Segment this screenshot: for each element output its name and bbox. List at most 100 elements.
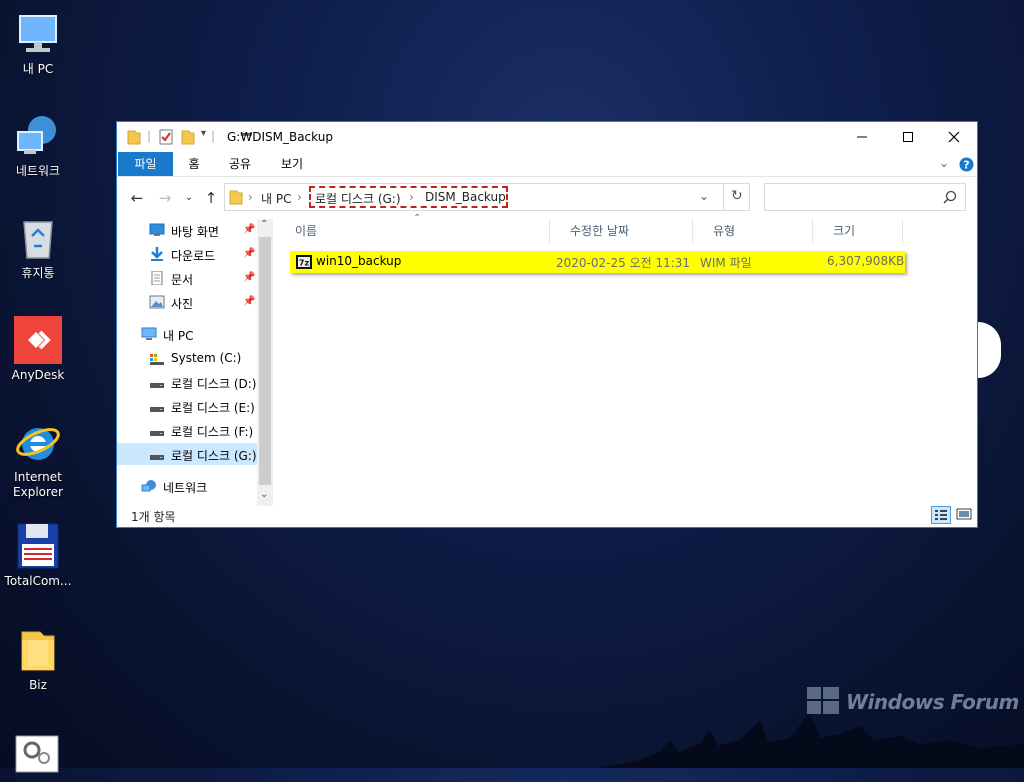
folder-icon [21, 631, 55, 671]
tab-view[interactable]: 보기 [277, 152, 307, 176]
desktop-icon [149, 223, 165, 236]
document-icon [151, 271, 163, 285]
desktop-icon-internet-explorer[interactable]: Internet Explorer [4, 418, 72, 500]
svg-text:7z: 7z [299, 259, 310, 268]
breadcrumb-dism-backup[interactable]: DISM_Backup [425, 190, 506, 204]
desktop-icon-label: Biz [29, 678, 47, 692]
desktop-icon-recycle-bin[interactable]: 휴지통 [4, 214, 72, 281]
file-explorer-window[interactable]: | ▾ | G:₩DISM_Backup 파일 홈 공유 보기 ⌄ ? ← → … [116, 121, 978, 528]
nav-item-drive-g[interactable]: 로컬 디스크 (G:) [117, 443, 257, 465]
close-icon [948, 131, 960, 143]
forward-button[interactable]: → [157, 190, 173, 206]
up-button[interactable]: ↑ [203, 190, 219, 206]
desktop-icon-biz[interactable]: Biz [4, 626, 72, 693]
help-icon[interactable]: ? [959, 157, 974, 172]
column-header-name[interactable]: 이름 [275, 219, 550, 244]
nav-item-drive-d[interactable]: 로컬 디스크 (D:) [117, 371, 257, 393]
desktop-icon-anydesk[interactable]: AnyDesk [4, 316, 72, 383]
settings-app-icon [15, 735, 59, 773]
network-icon [17, 116, 56, 154]
column-header-modified[interactable]: 수정한 날짜 [550, 219, 693, 244]
tab-share[interactable]: 공유 [223, 152, 257, 176]
system-drive-icon [150, 354, 164, 365]
breadcrumb-separator[interactable]: › [409, 190, 414, 204]
breadcrumb-separator[interactable]: › [248, 190, 253, 204]
nav-item-desktop[interactable]: 바탕 화면 📌 [117, 219, 257, 241]
ie-icon [16, 428, 60, 460]
tab-file[interactable]: 파일 [118, 152, 173, 176]
nav-item-drive-f[interactable]: 로컬 디스크 (F:) [117, 419, 257, 441]
folder-icon [127, 130, 141, 145]
search-icon [943, 190, 957, 204]
scroll-up-icon[interactable]: ⌃ [260, 219, 268, 230]
desktop-icon-this-pc[interactable]: 내 PC [4, 10, 72, 77]
breadcrumb-separator[interactable]: › [297, 190, 302, 204]
window-title: G:₩DISM_Backup [227, 130, 333, 144]
drive-icon [150, 455, 164, 460]
nav-item-downloads[interactable]: 다운로드 📌 [117, 243, 257, 265]
maximize-button[interactable] [885, 122, 931, 152]
address-bar[interactable]: › 내 PC › 로컬 디스크 (G:) › DISM_Backup ⌄ ↻ [224, 183, 750, 211]
qat-separator: | [147, 129, 152, 143]
file-list: ⌃ 이름 수정한 날짜 유형 크기 7z win10_backup 2020-0… [275, 213, 975, 506]
qat-dropdown-icon[interactable]: ▾ [201, 128, 206, 139]
nav-item-documents[interactable]: 문서 📌 [117, 267, 257, 289]
desktop-icon-label: AnyDesk [11, 368, 65, 382]
details-view-button[interactable] [931, 506, 951, 524]
minimize-button[interactable] [839, 122, 885, 152]
desktop-icon-label: 내 PC [22, 62, 54, 76]
new-folder-icon[interactable] [181, 129, 195, 145]
file-type: WIM 파일 [700, 256, 752, 270]
desktop-icon-network[interactable]: 네트워크 [4, 112, 72, 179]
pin-icon[interactable]: 📌 [243, 272, 255, 283]
pin-icon[interactable]: 📌 [243, 248, 255, 259]
network-icon [141, 480, 156, 492]
search-box[interactable] [764, 183, 966, 211]
recycle-bin-icon [23, 221, 53, 259]
recent-locations-icon[interactable]: ⌄ [181, 190, 197, 206]
drive-icon [150, 431, 164, 436]
scrollbar-thumb[interactable] [259, 237, 271, 485]
breadcrumb-drive-g[interactable]: 로컬 디스크 (G:) [315, 190, 401, 207]
status-bar-text: 1개 항목 [131, 510, 176, 524]
ribbon-expand-icon[interactable]: ⌄ [939, 156, 949, 170]
scroll-down-icon[interactable]: ⌄ [260, 489, 268, 500]
file-row[interactable]: 7z win10_backup 2020-02-25 오전 11:31 WIM … [290, 251, 905, 273]
windows-logo-icon [807, 687, 839, 714]
large-icons-view-button[interactable] [955, 506, 975, 524]
floppy-icon [17, 523, 59, 569]
close-button[interactable] [931, 122, 977, 152]
nav-item-pictures[interactable]: 사진 📌 [117, 291, 257, 313]
details-view-icon [935, 510, 947, 520]
title-bar[interactable]: | ▾ | G:₩DISM_Backup [117, 122, 977, 152]
address-toolbar: ← → ⌄ ↑ › 내 PC › 로컬 디스크 (G:) › DISM_Back… [117, 177, 977, 219]
background-shape [978, 322, 1001, 378]
pin-icon[interactable]: 📌 [243, 224, 255, 235]
windows-forum-watermark: Windows Forum [806, 684, 1019, 720]
file-size: 6,307,908KB [827, 254, 905, 268]
nav-item-this-pc[interactable]: 내 PC [117, 323, 257, 345]
nav-item-network[interactable]: 네트워크 [117, 475, 257, 497]
nav-scrollbar[interactable]: ⌃ ⌄ [257, 219, 273, 506]
folder-icon [229, 190, 243, 205]
navigation-pane: 바탕 화면 📌 다운로드 📌 문서 📌 사진 📌 내 PC System (C:… [117, 219, 273, 506]
nav-item-drive-e[interactable]: 로컬 디스크 (E:) [117, 395, 257, 417]
tab-home[interactable]: 홈 [179, 152, 209, 176]
pin-icon[interactable]: 📌 [243, 296, 255, 307]
desktop-icon-label: Internet Explorer [13, 470, 63, 499]
nav-item-drive-c[interactable]: System (C:) [117, 347, 257, 369]
column-header-type[interactable]: 유형 [693, 219, 813, 244]
back-button[interactable]: ← [129, 190, 145, 206]
desktop-icon-label: TotalCom... [4, 574, 72, 588]
properties-icon[interactable] [159, 129, 173, 145]
maximize-icon [903, 132, 913, 142]
refresh-icon[interactable]: ↻ [731, 188, 743, 204]
desktop-icon-label: 네트워크 [15, 164, 61, 178]
ribbon-tabs: 파일 홈 공유 보기 ⌄ ? [117, 152, 977, 177]
desktop-icon-settings-app[interactable] [4, 730, 72, 782]
breadcrumb-this-pc[interactable]: 내 PC [261, 190, 291, 207]
column-header-size[interactable]: 크기 [813, 219, 903, 244]
download-icon [151, 247, 163, 261]
desktop-icon-totalcommander[interactable]: TotalCom... [4, 522, 72, 589]
address-history-dropdown-icon[interactable]: ⌄ [699, 189, 709, 203]
